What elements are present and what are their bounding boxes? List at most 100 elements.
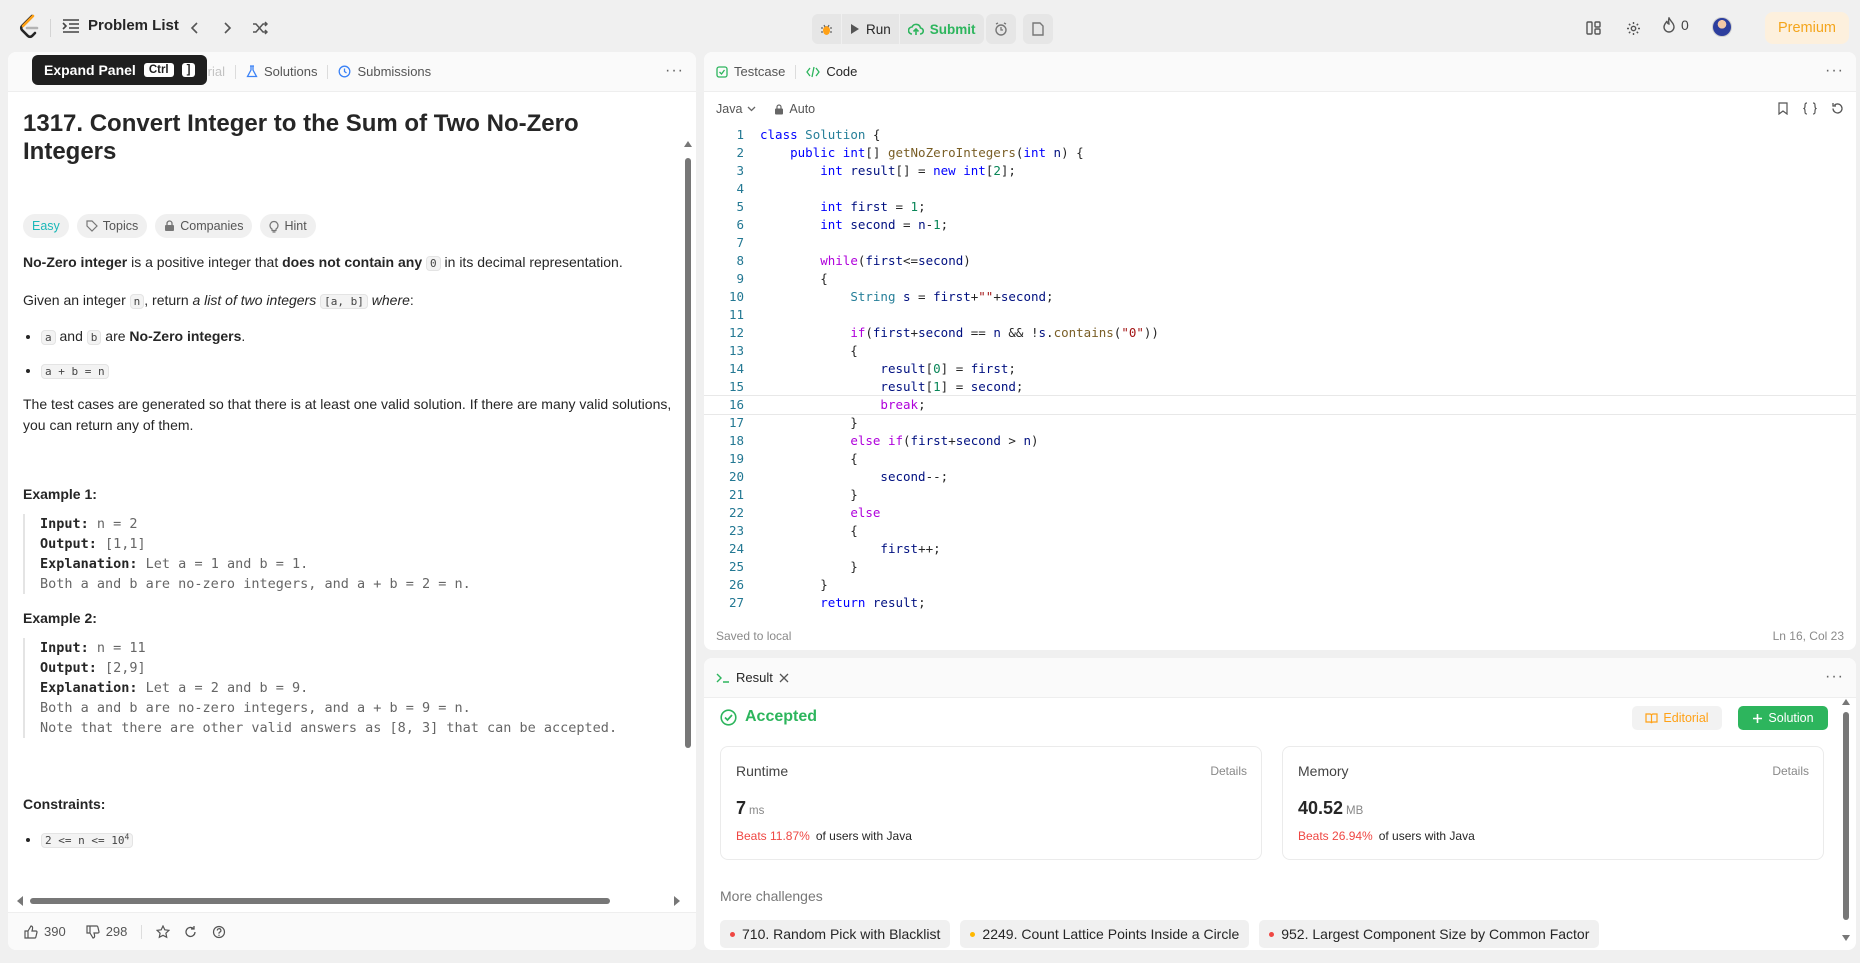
memory-card[interactable]: Memory Details 40.52 MB Beats 26.94% of us… bbox=[1282, 746, 1824, 860]
like-button[interactable]: 390 bbox=[24, 924, 66, 939]
avatar[interactable] bbox=[1712, 17, 1732, 37]
close-icon[interactable] bbox=[779, 673, 789, 683]
hint-tag[interactable]: Hint bbox=[260, 214, 316, 238]
code-line[interactable]: 27 return result; bbox=[704, 594, 1856, 612]
code-line[interactable]: 19 { bbox=[704, 450, 1856, 468]
line-number: 24 bbox=[728, 541, 744, 556]
next-problem-button[interactable] bbox=[216, 17, 238, 39]
kbd-bracket: ] bbox=[181, 63, 196, 77]
code-line[interactable]: 24 first++; bbox=[704, 540, 1856, 558]
code-line[interactable]: 21 } bbox=[704, 486, 1856, 504]
reset-icon[interactable] bbox=[1831, 102, 1844, 115]
code-line[interactable]: 2 public int[] getNoZeroIntegers(int n) … bbox=[704, 144, 1856, 162]
submit-button[interactable]: Submit bbox=[900, 14, 984, 44]
code-line[interactable]: 8 while(first<=second) bbox=[704, 252, 1856, 270]
scroll-up-icon[interactable] bbox=[684, 140, 692, 148]
solution-button[interactable]: Solution bbox=[1738, 706, 1828, 730]
format-braces-icon[interactable] bbox=[1803, 102, 1817, 115]
auto-label: Auto bbox=[789, 102, 816, 116]
code-line[interactable]: 9 { bbox=[704, 270, 1856, 288]
companies-tag[interactable]: Companies bbox=[155, 214, 253, 238]
code-line[interactable]: 18 else if(first+second > n) bbox=[704, 432, 1856, 450]
star-icon[interactable] bbox=[156, 924, 171, 939]
tab-result[interactable]: Result bbox=[716, 670, 789, 685]
code-line[interactable]: 11 bbox=[704, 306, 1856, 324]
code-line[interactable]: 14 result[0] = first; bbox=[704, 360, 1856, 378]
challenge-link[interactable]: 2249. Count Lattice Points Inside a Circ… bbox=[960, 920, 1250, 948]
runtime-details-link[interactable]: Details bbox=[1210, 764, 1247, 778]
code-line[interactable]: 23 { bbox=[704, 522, 1856, 540]
share-icon[interactable] bbox=[184, 925, 198, 939]
run-button[interactable]: Run bbox=[842, 14, 899, 44]
auto-mode[interactable]: Auto bbox=[774, 102, 815, 116]
code-line[interactable]: 7 bbox=[704, 234, 1856, 252]
timer-button[interactable] bbox=[986, 14, 1016, 44]
code-line[interactable]: 16 break; bbox=[704, 395, 1856, 415]
more-options-icon[interactable]: ··· bbox=[665, 63, 684, 79]
more-options-icon[interactable]: ··· bbox=[1825, 669, 1844, 685]
scrollbar-thumb[interactable] bbox=[1843, 712, 1849, 920]
constraint-text: 2 <= n <= 10 bbox=[45, 833, 125, 847]
problem-tags: Easy Topics Companies Hint bbox=[23, 214, 673, 238]
vertical-scrollbar[interactable] bbox=[684, 140, 692, 940]
run-submit-group: Run Submit bbox=[812, 14, 984, 44]
settings-button[interactable] bbox=[1623, 18, 1643, 38]
value: [1,1] bbox=[96, 536, 146, 552]
list-item: a + b = n bbox=[41, 360, 673, 382]
scroll-down-icon[interactable] bbox=[1842, 934, 1850, 942]
code-line[interactable]: 26 } bbox=[704, 576, 1856, 594]
code-editor[interactable]: 1 class Solution {2 public int[] getNoZer… bbox=[704, 126, 1856, 614]
streak-counter[interactable]: 0 bbox=[1662, 17, 1689, 33]
horizontal-scrollbar[interactable] bbox=[16, 895, 681, 907]
tab-code[interactable]: Code bbox=[806, 64, 857, 79]
problem-list-button[interactable]: Problem List bbox=[62, 17, 179, 34]
code-line[interactable]: 12 if(first+second == n && !s.contains("… bbox=[704, 324, 1856, 342]
line-number: 1 bbox=[736, 127, 744, 142]
paragraph: No-Zero integer is a positive integer th… bbox=[23, 252, 673, 274]
code-line[interactable]: 25 } bbox=[704, 558, 1856, 576]
code-line[interactable]: 17 } bbox=[704, 414, 1856, 432]
challenge-link[interactable]: 710. Random Pick with Blacklist bbox=[720, 920, 951, 948]
code-line[interactable]: 10 String s = first+""+second; bbox=[704, 288, 1856, 306]
scroll-left-icon[interactable] bbox=[16, 895, 24, 907]
dislike-button[interactable]: 298 bbox=[86, 924, 127, 939]
constraints-list: 2 <= n <= 104 bbox=[23, 826, 673, 851]
scrollbar-thumb[interactable] bbox=[30, 898, 610, 904]
editorial-button[interactable]: Editorial bbox=[1632, 706, 1722, 730]
layout-button[interactable] bbox=[1583, 18, 1603, 38]
code-line[interactable]: 3 int result[] = new int[2]; bbox=[704, 162, 1856, 180]
language-select[interactable]: Java bbox=[716, 102, 756, 116]
bookmark-icon[interactable] bbox=[1777, 102, 1789, 115]
random-problem-button[interactable] bbox=[249, 17, 271, 39]
runtime-card[interactable]: Runtime Details 7 ms Beats 11.87% of users… bbox=[720, 746, 1262, 860]
code-line[interactable]: 6 int second = n-1; bbox=[704, 216, 1856, 234]
tab-submissions[interactable]: Submissions bbox=[338, 64, 431, 79]
page-title[interactable]: 1317. Convert Integer to the Sum of Two … bbox=[23, 110, 673, 166]
tab-solutions[interactable]: Solutions bbox=[246, 64, 317, 79]
debug-button[interactable] bbox=[812, 14, 841, 44]
code-line[interactable]: 13 { bbox=[704, 342, 1856, 360]
constraints-heading: Constraints: bbox=[23, 796, 106, 812]
premium-button[interactable]: Premium bbox=[1765, 12, 1849, 44]
scroll-up-icon[interactable] bbox=[1842, 698, 1850, 706]
leetcode-logo-icon[interactable] bbox=[18, 14, 40, 40]
topics-tag[interactable]: Topics bbox=[76, 214, 148, 238]
code-line[interactable]: 1 class Solution { bbox=[704, 126, 1856, 144]
vertical-scrollbar[interactable] bbox=[1842, 698, 1850, 948]
code-line[interactable]: 4 bbox=[704, 180, 1856, 198]
help-icon[interactable] bbox=[212, 925, 226, 939]
label: Input: bbox=[40, 516, 89, 532]
tab-testcase[interactable]: Testcase bbox=[716, 64, 785, 79]
challenge-link[interactable]: 952. Largest Component Size by Common Fa… bbox=[1259, 920, 1600, 948]
bullet-list: a and b are No-Zero integers. a + b = n bbox=[23, 326, 673, 382]
notes-button[interactable] bbox=[1023, 14, 1053, 44]
code-line[interactable]: 15 result[1] = second; bbox=[704, 378, 1856, 396]
prev-problem-button[interactable] bbox=[184, 17, 206, 39]
code-line[interactable]: 20 second--; bbox=[704, 468, 1856, 486]
scroll-right-icon[interactable] bbox=[673, 895, 681, 907]
memory-details-link[interactable]: Details bbox=[1772, 764, 1809, 778]
scrollbar-thumb[interactable] bbox=[685, 158, 691, 748]
more-options-icon[interactable]: ··· bbox=[1825, 63, 1844, 79]
code-line[interactable]: 22 else bbox=[704, 504, 1856, 522]
code-line[interactable]: 5 int first = 1; bbox=[704, 198, 1856, 216]
